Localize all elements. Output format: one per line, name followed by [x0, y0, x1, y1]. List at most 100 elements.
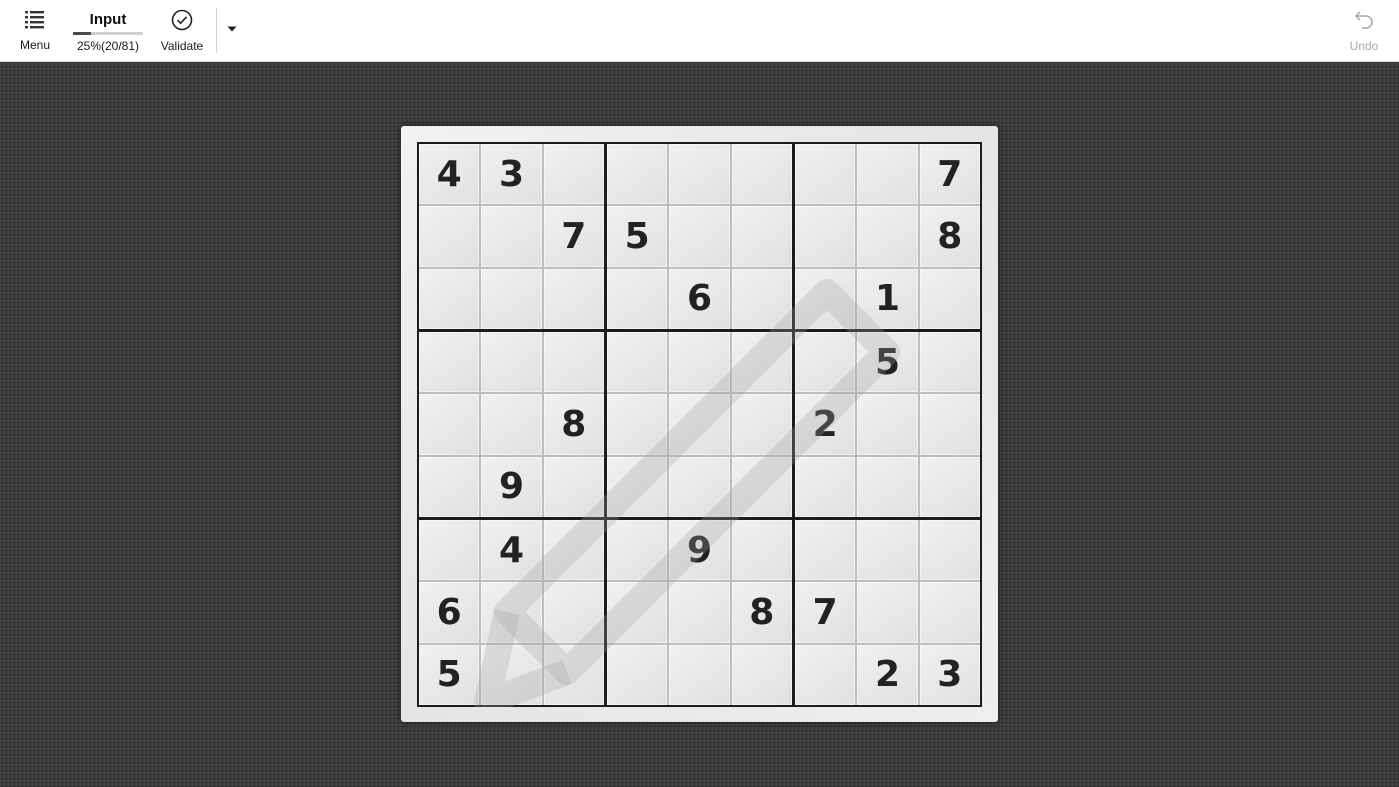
menu-label: Menu	[19, 37, 51, 52]
more-dropdown-button[interactable]	[222, 18, 242, 38]
sudoku-cell[interactable]	[795, 332, 856, 393]
sudoku-cell[interactable]	[795, 206, 856, 267]
sudoku-cell[interactable]	[607, 582, 668, 643]
sudoku-cell[interactable]	[419, 332, 480, 393]
sudoku-cell[interactable]	[919, 520, 980, 581]
sudoku-cell[interactable]	[857, 144, 918, 205]
sudoku-cell[interactable]	[731, 268, 792, 329]
sudoku-cell[interactable]	[795, 144, 856, 205]
sudoku-cell[interactable]	[731, 394, 792, 455]
sudoku-cell[interactable]	[607, 268, 668, 329]
sudoku-cell[interactable]	[543, 144, 604, 205]
sudoku-cell[interactable]	[543, 644, 604, 705]
sudoku-cell[interactable]	[419, 394, 480, 455]
sudoku-cell[interactable]	[795, 268, 856, 329]
sudoku-cell[interactable]: 7	[543, 206, 604, 267]
sudoku-cell[interactable]: 5	[607, 206, 668, 267]
sudoku-cell[interactable]	[669, 456, 730, 517]
sudoku-cell[interactable]	[731, 644, 792, 705]
sudoku-cell[interactable]	[607, 644, 668, 705]
sudoku-cell[interactable]: 6	[669, 268, 730, 329]
progress-text: 25%(20/81)	[76, 39, 140, 53]
sudoku-cell[interactable]	[857, 520, 918, 581]
sudoku-cell[interactable]: 8	[543, 394, 604, 455]
sudoku-box: 437	[419, 144, 604, 329]
sudoku-cell[interactable]	[481, 206, 542, 267]
sudoku-cell[interactable]	[669, 206, 730, 267]
sudoku-cell[interactable]	[731, 332, 792, 393]
sudoku-cell[interactable]	[857, 206, 918, 267]
sudoku-cell[interactable]	[481, 394, 542, 455]
sudoku-cell[interactable]	[607, 144, 668, 205]
sudoku-cell[interactable]: 8	[919, 206, 980, 267]
sudoku-cell[interactable]	[919, 456, 980, 517]
sudoku-cell[interactable]	[669, 144, 730, 205]
sudoku-cell[interactable]	[669, 644, 730, 705]
sudoku-cell[interactable]: 5	[857, 332, 918, 393]
sudoku-cell[interactable]: 3	[919, 644, 980, 705]
input-mode-title: Input	[89, 11, 127, 28]
sudoku-cell[interactable]	[795, 644, 856, 705]
sudoku-cell[interactable]: 6	[419, 582, 480, 643]
sudoku-cell[interactable]	[857, 394, 918, 455]
sudoku-box: 52	[795, 332, 980, 517]
sudoku-cell[interactable]: 2	[857, 644, 918, 705]
sudoku-cell[interactable]: 9	[481, 456, 542, 517]
sudoku-cell[interactable]	[857, 456, 918, 517]
sudoku-cell[interactable]	[543, 456, 604, 517]
sudoku-box: 781	[795, 144, 980, 329]
sudoku-cell[interactable]	[669, 394, 730, 455]
sudoku-cell[interactable]: 4	[419, 144, 480, 205]
sudoku-cell[interactable]: 5	[419, 644, 480, 705]
sudoku-cell[interactable]	[543, 268, 604, 329]
sudoku-cell[interactable]: 1	[857, 268, 918, 329]
toolbar-divider	[216, 8, 217, 53]
sudoku-cell[interactable]	[669, 582, 730, 643]
sudoku-cell[interactable]: 2	[795, 394, 856, 455]
validate-button[interactable]: Validate	[154, 0, 210, 61]
check-circle-icon	[171, 9, 193, 36]
sudoku-cell[interactable]: 7	[919, 144, 980, 205]
sudoku-cell[interactable]	[481, 644, 542, 705]
sudoku-cell[interactable]	[731, 520, 792, 581]
sudoku-cell[interactable]	[481, 582, 542, 643]
sudoku-cell[interactable]	[607, 394, 668, 455]
sudoku-grid: 43756781895246598723	[417, 142, 982, 707]
sudoku-box: 723	[795, 520, 980, 705]
sudoku-cell[interactable]	[419, 206, 480, 267]
sudoku-cell[interactable]	[543, 332, 604, 393]
sudoku-cell[interactable]	[919, 582, 980, 643]
menu-button[interactable]: Menu	[12, 0, 58, 61]
sudoku-cell[interactable]	[481, 268, 542, 329]
sudoku-cell[interactable]	[795, 520, 856, 581]
undo-button[interactable]: Undo	[1340, 0, 1388, 61]
sudoku-cell[interactable]	[919, 332, 980, 393]
sudoku-cell[interactable]	[731, 144, 792, 205]
sudoku-cell[interactable]	[795, 456, 856, 517]
sudoku-cell[interactable]	[857, 582, 918, 643]
caret-down-icon	[227, 19, 237, 37]
sudoku-cell[interactable]	[419, 520, 480, 581]
sudoku-box: 98	[607, 520, 792, 705]
sudoku-cell[interactable]	[607, 456, 668, 517]
sudoku-cell[interactable]	[669, 332, 730, 393]
input-mode-indicator[interactable]: Input 25%(20/81)	[70, 0, 146, 61]
sudoku-cell[interactable]: 9	[669, 520, 730, 581]
sudoku-cell[interactable]	[731, 206, 792, 267]
sudoku-cell[interactable]: 7	[795, 582, 856, 643]
sudoku-cell[interactable]	[919, 394, 980, 455]
sudoku-cell[interactable]: 3	[481, 144, 542, 205]
sudoku-cell[interactable]	[731, 456, 792, 517]
sudoku-cell[interactable]	[919, 268, 980, 329]
sudoku-cell[interactable]: 8	[731, 582, 792, 643]
sudoku-cell[interactable]	[543, 582, 604, 643]
sudoku-cell[interactable]	[481, 332, 542, 393]
sudoku-cell[interactable]	[607, 520, 668, 581]
sudoku-cell[interactable]	[419, 268, 480, 329]
sudoku-cell[interactable]	[419, 456, 480, 517]
sudoku-cell[interactable]	[607, 332, 668, 393]
sudoku-cell[interactable]: 4	[481, 520, 542, 581]
undo-label: Undo	[1349, 38, 1379, 53]
top-toolbar: Menu Input 25%(20/81) Validate Undo	[0, 0, 1399, 62]
sudoku-cell[interactable]	[543, 520, 604, 581]
